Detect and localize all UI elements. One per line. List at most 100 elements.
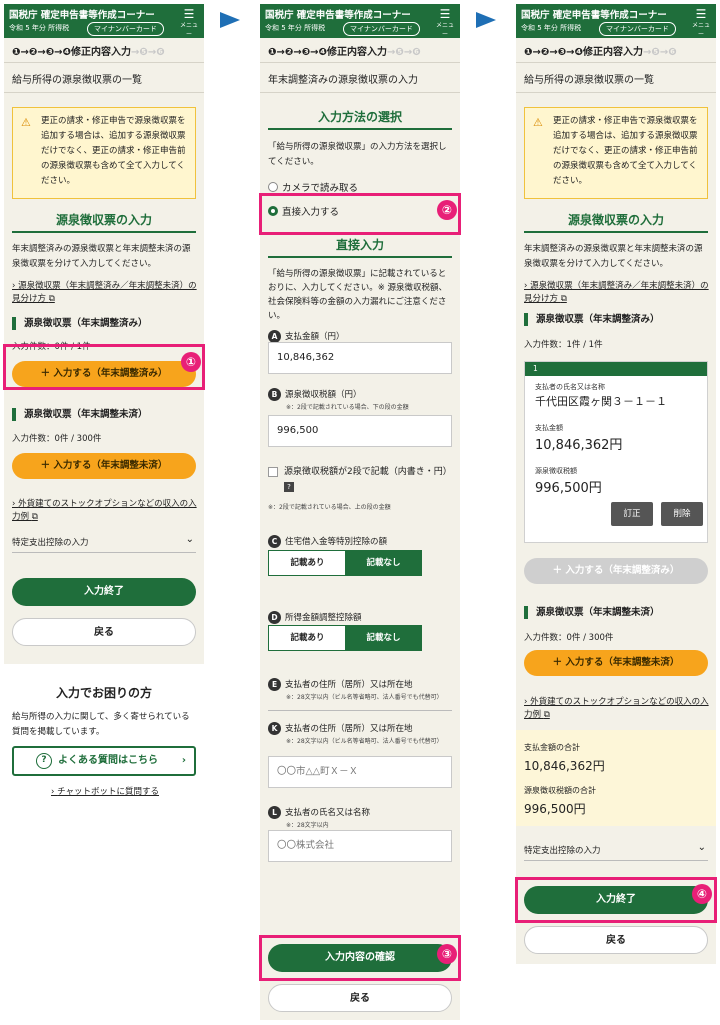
- method-desc: 「給与所得の源泉徴収票」の入力方法を選択してください。: [268, 142, 447, 167]
- checkbox-icon: [268, 467, 278, 477]
- faq-button-label: よくある質問はこちら: [58, 755, 158, 766]
- back-button[interactable]: 戻る: [268, 984, 452, 1012]
- highlight-box: [259, 935, 461, 981]
- divider: [268, 710, 452, 711]
- tax-year: 令和 5 年分 所得税: [265, 24, 326, 32]
- step-indicator: ❶→❷→❸→❹修正内容入力→❺→❻: [268, 43, 421, 58]
- back-button[interactable]: 戻る: [524, 926, 708, 954]
- accordion-label: 特定支出控除の入力: [524, 846, 601, 856]
- note-withholding: ※：2段で記載されている場合、下の段の金額: [286, 404, 409, 411]
- distinguish-link[interactable]: › 源泉徴収票（年末調整済み／年末調整未済）の見分け方 ⧉: [12, 280, 198, 306]
- panel-withholding-list-before: 国税庁 確定申告書等作成コーナー 令和 5 年分 所得税 マイナンバーカード ☰…: [4, 4, 204, 802]
- edit-button[interactable]: 訂正: [611, 502, 653, 526]
- steps-done: ❶→❷→❸→: [524, 47, 575, 58]
- sum-amount-label: 支払金額の合計: [524, 743, 580, 752]
- label-housing-loan: C 住宅借入金等特別控除の額: [268, 535, 387, 548]
- distinguish-link-text: 源泉徴収票（年末調整済み／年末調整未済）の見分け方: [12, 281, 197, 304]
- direct-title: 直接入力: [268, 236, 452, 258]
- withholding-input[interactable]: 996,500: [268, 415, 452, 447]
- steps-rest: →❺→❻: [643, 47, 677, 58]
- amount-input[interactable]: 10,846,362: [268, 342, 452, 374]
- card-tax: 996,500円: [535, 481, 602, 496]
- app-title: 国税庁 確定申告書等作成コーナー: [9, 10, 155, 21]
- label-payer-address-k-text: 支払者の住所（居所）又は所在地: [285, 724, 413, 734]
- label-amount-text: 支払金額（円）: [285, 332, 345, 342]
- two-row-checkbox[interactable]: 源泉徴収税額が2段で記載（内書き・円） ?: [268, 465, 454, 495]
- help-icon[interactable]: ?: [284, 482, 294, 492]
- stock-option-link-text: 外貨建てのストックオプションなどの収入の入力例: [524, 697, 709, 720]
- label-payer-address-e-text: 支払者の住所（居所）又は所在地: [285, 680, 413, 690]
- menu-button[interactable]: ☰ メニュー: [178, 7, 200, 38]
- note-two-row: ※：2段で記載されている場合、上の段の金額: [268, 504, 391, 511]
- step-current-label: 修正内容入力: [583, 47, 644, 58]
- mynumber-card-button[interactable]: マイナンバーカード: [599, 22, 676, 36]
- panel-withholding-list-after: 国税庁 確定申告書等作成コーナー 令和 5 年分 所得税 マイナンバーカード ☰…: [516, 4, 716, 964]
- toggle-yes[interactable]: 記載あり: [269, 551, 346, 575]
- step-current: ❹: [574, 47, 584, 58]
- section-intro: 年末調整済みの源泉徴収票と年末調整未済の源泉徴収票を分けて入力してください。: [524, 244, 703, 269]
- payer-address-input[interactable]: 〇〇市△△町Ｘ－Ｘ: [268, 756, 452, 788]
- totals-box: 支払金額の合計 10,846,362円 源泉徴収税額の合計 996,500円: [516, 730, 716, 826]
- note-payer-name: ※：28文字以内: [286, 822, 329, 829]
- menu-label: メニュー: [435, 22, 454, 38]
- chevron-right-icon: ›: [181, 755, 186, 766]
- flow-arrow-icon: [220, 12, 240, 28]
- faq-button[interactable]: ? よくある質問はこちら ›: [12, 746, 196, 776]
- count-unadjusted: 入力件数：0件 / 300件: [12, 434, 102, 444]
- tax-year: 令和 5 年分 所得税: [521, 24, 582, 32]
- mynumber-card-button[interactable]: マイナンバーカード: [343, 22, 420, 36]
- toggle-no[interactable]: 記載なし: [345, 626, 422, 650]
- menu-button[interactable]: ☰ メニュー: [690, 7, 712, 38]
- add-unadjusted-button[interactable]: ＋ 入力する（年末調整未済）: [524, 650, 708, 676]
- specific-deduction-accordion[interactable]: 特定支出控除の入力 ⌄: [524, 842, 708, 861]
- specific-deduction-accordion[interactable]: 特定支出控除の入力 ⌄: [12, 534, 196, 553]
- chatbot-link[interactable]: › チャットボットに質問する: [12, 786, 198, 799]
- count-adjusted: 入力件数：1件 / 1件: [524, 340, 603, 350]
- hamburger-icon: ☰: [695, 7, 707, 21]
- highlight-box: [515, 877, 717, 923]
- housing-loan-toggle[interactable]: 記載あり 記載なし: [268, 550, 422, 576]
- payer-name-input[interactable]: 〇〇株式会社: [268, 830, 452, 862]
- step-marker: ①: [181, 352, 201, 372]
- steps-rest: →❺→❻: [387, 47, 421, 58]
- page-title: 給与所得の源泉徴収票の一覧: [12, 75, 142, 86]
- finish-button[interactable]: 入力終了: [12, 578, 196, 606]
- steps-done: ❶→❷→❸→: [12, 47, 63, 58]
- income-adjust-toggle[interactable]: 記載あり 記載なし: [268, 625, 422, 651]
- section-title: 源泉徴収票の入力: [524, 211, 708, 233]
- withholding-card: 1 支払者の氏名又は名称 千代田区霞ヶ関３－１－１ 支払金額 10,846,36…: [524, 361, 708, 543]
- mynumber-card-button[interactable]: マイナンバーカード: [87, 22, 164, 36]
- subheading-unadjusted: 源泉徴収票（年末調整未済）: [524, 606, 710, 619]
- card-amount: 10,846,362円: [535, 438, 623, 453]
- hamburger-icon: ☰: [183, 7, 195, 21]
- step-current-label: 修正内容入力: [327, 47, 388, 58]
- toggle-yes[interactable]: 記載あり: [269, 626, 346, 650]
- external-link-icon: ⧉: [560, 294, 567, 304]
- note-payer-address-k: ※：28文字以内（ビル名等省略可、法人番号でも代替可）: [286, 738, 443, 745]
- add-unadjusted-button[interactable]: ＋ 入力する（年末調整未済）: [12, 453, 196, 479]
- stock-option-link[interactable]: › 外貨建てのストックオプションなどの収入の入力例 ⧉: [12, 498, 198, 524]
- back-button[interactable]: 戻る: [12, 618, 196, 646]
- app-title: 国税庁 確定申告書等作成コーナー: [265, 10, 411, 21]
- menu-button[interactable]: ☰ メニュー: [434, 8, 456, 38]
- tax-year: 令和 5 年分 所得税: [9, 24, 70, 32]
- section-title: 源泉徴収票の入力: [12, 211, 196, 233]
- divider: [4, 92, 204, 93]
- two-row-checkbox-label: 源泉徴収税額が2段で記載（内書き・円）: [284, 467, 452, 477]
- app-header: 国税庁 確定申告書等作成コーナー 令和 5 年分 所得税 マイナンバーカード ☰…: [4, 4, 204, 38]
- stock-option-link-text: 外貨建てのストックオプションなどの収入の入力例: [12, 499, 197, 522]
- steps-rest: →❺→❻: [131, 47, 165, 58]
- delete-button[interactable]: 削除: [661, 502, 703, 526]
- toggle-no[interactable]: 記載なし: [345, 551, 422, 575]
- stock-option-link[interactable]: › 外貨建てのストックオプションなどの収入の入力例 ⧉: [524, 696, 710, 722]
- step-current: ❹: [318, 47, 328, 58]
- divider: [4, 62, 204, 63]
- radio-camera[interactable]: カメラで読み取る: [268, 180, 358, 194]
- label-payer-address-e: E 支払者の住所（居所）又は所在地: [268, 678, 413, 691]
- step-indicator: ❶→❷→❸→❹修正内容入力→❺→❻: [12, 43, 165, 58]
- distinguish-link[interactable]: › 源泉徴収票（年末調整済み／年末調整未済）の見分け方 ⧉: [524, 280, 710, 306]
- highlight-box: [3, 344, 205, 390]
- direct-desc: 「給与所得の源泉徴収票」に記載されているとおりに、入力してください。※ 源泉徴収…: [268, 269, 448, 321]
- external-link-icon: ⧉: [31, 512, 38, 522]
- warning-icon: ⚠: [533, 116, 543, 129]
